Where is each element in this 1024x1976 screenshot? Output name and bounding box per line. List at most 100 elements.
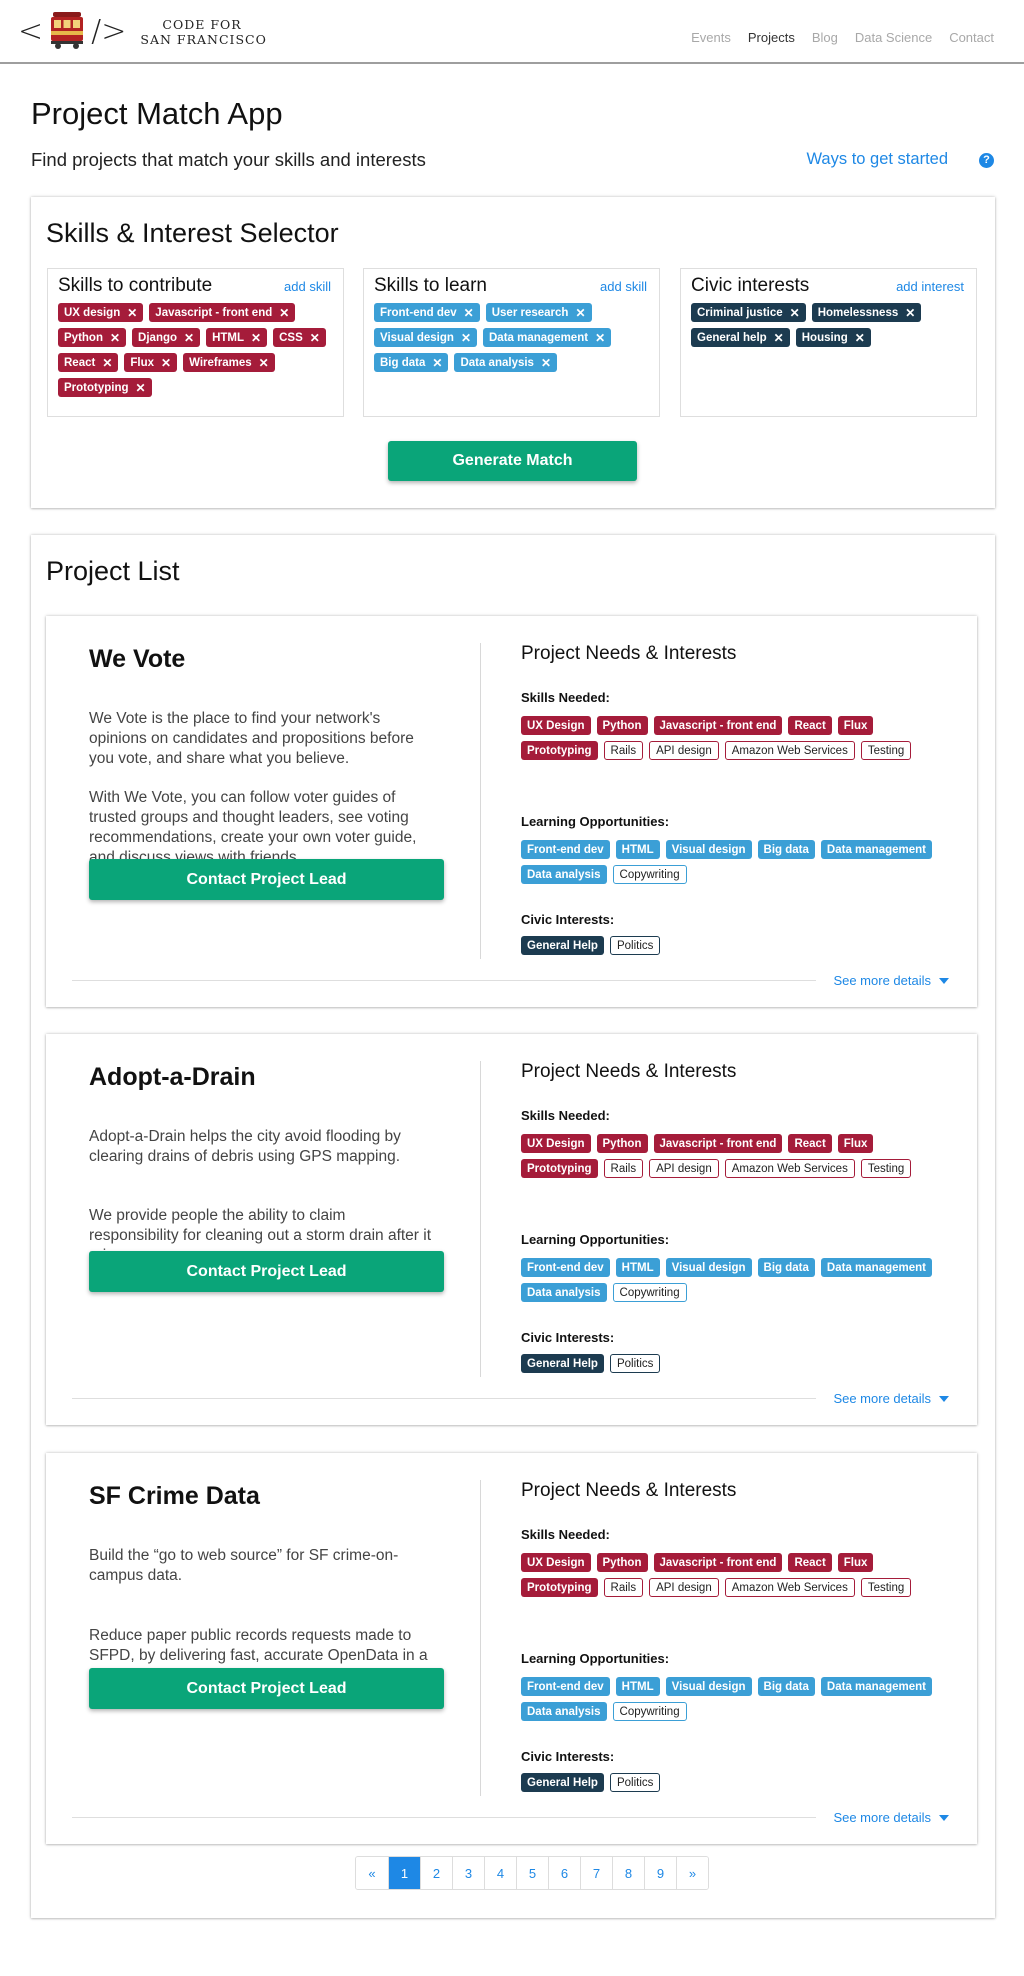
generate-match-button[interactable]: Generate Match [388,441,637,481]
civic-interests-label: Civic Interests: [521,1749,615,1764]
remove-tag-icon[interactable]: ✕ [184,331,194,345]
pagination-page-7[interactable]: 7 [580,1857,612,1889]
pagination-page-4[interactable]: 4 [484,1857,516,1889]
learning-tag: Data analysis [521,865,607,884]
pagination-page-9[interactable]: 9 [644,1857,676,1889]
remove-tag-icon[interactable]: ✕ [855,331,865,345]
logo-line-1: CODE FOR [162,17,242,32]
learning-tag: HTML [615,840,660,859]
learning-tag: Data management [820,1677,932,1696]
skill-needed-tag: API design [649,1578,719,1597]
pagination-page-2[interactable]: 2 [420,1857,452,1889]
learning-tag: Data management [820,840,932,859]
remove-tag-icon[interactable]: ✕ [461,331,471,345]
learning-opportunities-tags: Front-end dev HTML Visual design Big data Da… [521,840,961,890]
skills-to-contribute-title: Skills to contribute [58,275,213,296]
remove-tag-icon[interactable]: ✕ [541,356,551,370]
remove-tag-icon[interactable]: ✕ [432,356,442,370]
ways-to-get-started-link[interactable]: Ways to get started [806,150,948,169]
civic-interests-box: Civic interests add interest Criminal ju… [680,268,977,417]
nav-link-events[interactable]: Events [691,30,731,45]
remove-tag-icon[interactable]: ✕ [790,306,800,320]
skill-needed-tag: Amazon Web Services [724,741,855,760]
civic-tag: Politics [609,1773,661,1792]
contact-project-lead-button[interactable]: Contact Project Lead [89,1251,444,1292]
selector-title: Skills & Interest Selector [46,218,339,248]
caret-down-icon [939,977,949,984]
pagination-prev[interactable]: « [356,1857,388,1889]
skills-needed-tags: UX Design Python Javascript - front end Rea… [521,1553,961,1603]
remove-tag-icon[interactable]: ✕ [310,331,320,345]
project-divider [480,1480,481,1796]
see-more-details-link[interactable]: See more details [833,1391,949,1406]
add-interest-link[interactable]: add interest [896,279,964,294]
contribute-skill-chip: Prototyping ✕ [58,378,152,397]
civic-interest-chip-label: Criminal justice [697,306,783,319]
page-subtitle: Find projects that match your skills and… [31,149,426,170]
add-contribute-skill-link[interactable]: add skill [284,279,331,294]
civic-tag: General Help [521,1354,604,1373]
contact-project-lead-button[interactable]: Contact Project Lead [89,859,444,900]
nav-link-blog[interactable]: Blog [812,30,838,45]
pagination-page-8[interactable]: 8 [612,1857,644,1889]
learning-opportunities-label: Learning Opportunities: [521,1232,670,1247]
see-more-label: See more details [833,1391,931,1406]
skill-needed-tag: Testing [860,1159,912,1178]
remove-tag-icon[interactable]: ✕ [595,331,605,345]
learning-tag: HTML [615,1677,660,1696]
contribute-skill-chip: Javascript - front end ✕ [149,303,296,322]
project-description: Build the “go to web source” for SF crim… [89,1547,399,1584]
contribute-skill-chip-label: Wireframes [189,356,252,369]
civic-interest-chip-label: Homelessness [817,306,899,319]
see-more-details-link[interactable]: See more details [833,1810,949,1825]
remove-tag-icon[interactable]: ✕ [110,331,120,345]
contribute-skill-chip: Wireframes ✕ [183,353,275,372]
learning-tag: Visual design [665,1677,752,1696]
remove-tag-icon[interactable]: ✕ [251,331,261,345]
remove-tag-icon[interactable]: ✕ [774,331,784,345]
remove-tag-icon[interactable]: ✕ [127,306,137,320]
pagination-page-5[interactable]: 5 [516,1857,548,1889]
project-description: We Vote is the place to find your networ… [89,710,414,767]
pagination-page-6[interactable]: 6 [548,1857,580,1889]
learn-skill-chip: Front-end dev ✕ [374,303,480,322]
remove-tag-icon[interactable]: ✕ [575,306,585,320]
remove-tag-icon[interactable]: ✕ [136,381,146,395]
skill-needed-tag: Testing [860,741,912,760]
help-icon[interactable]: ? [979,153,994,168]
contribute-tags: UX design ✕ Javascript - front end ✕ Python ✕… [58,303,337,403]
contribute-skill-chip-label: React [64,356,96,369]
nav-link-projects[interactable]: Projects [748,30,795,45]
add-learn-skill-link[interactable]: add skill [600,279,647,294]
skill-needed-tag: Prototyping [521,1578,598,1597]
nav-link-data-science[interactable]: Data Science [855,30,932,45]
logo[interactable]: < /> CODE FOR SAN FRANCISCO [18,9,267,55]
remove-tag-icon[interactable]: ✕ [102,356,112,370]
nav-link-contact[interactable]: Contact [949,30,994,45]
contribute-skill-chip-label: UX design [64,306,121,319]
pagination-next[interactable]: » [676,1857,708,1889]
contact-project-lead-button[interactable]: Contact Project Lead [89,1668,444,1709]
civic-interest-chip: General help ✕ [691,328,790,347]
pagination-page-3[interactable]: 3 [452,1857,484,1889]
project-needs-title: Project Needs & Interests [521,1061,737,1082]
skill-needed-tag: Python [596,716,648,735]
skill-needed-tag: Testing [860,1578,912,1597]
card-footer-divider [72,1817,816,1818]
skills-to-contribute-box: Skills to contribute add skill UX design… [47,268,344,417]
civic-interests-label: Civic Interests: [521,912,615,927]
project-name: We Vote [89,645,186,673]
see-more-details-link[interactable]: See more details [833,973,949,988]
contribute-skill-chip-label: Django [138,331,178,344]
contribute-skill-chip: HTML ✕ [206,328,268,347]
skill-needed-tag: Rails [603,1578,644,1597]
remove-tag-icon[interactable]: ✕ [905,306,915,320]
learn-skill-chip-label: User research [491,306,569,319]
pagination-page-1[interactable]: 1 [388,1857,420,1889]
remove-tag-icon[interactable]: ✕ [259,356,269,370]
remove-tag-icon[interactable]: ✕ [464,306,474,320]
project-card: We Vote We Vote is the place to find your… [46,616,977,1007]
remove-tag-icon[interactable]: ✕ [161,356,171,370]
learn-skill-chip-label: Front-end dev [380,306,457,319]
remove-tag-icon[interactable]: ✕ [279,306,289,320]
